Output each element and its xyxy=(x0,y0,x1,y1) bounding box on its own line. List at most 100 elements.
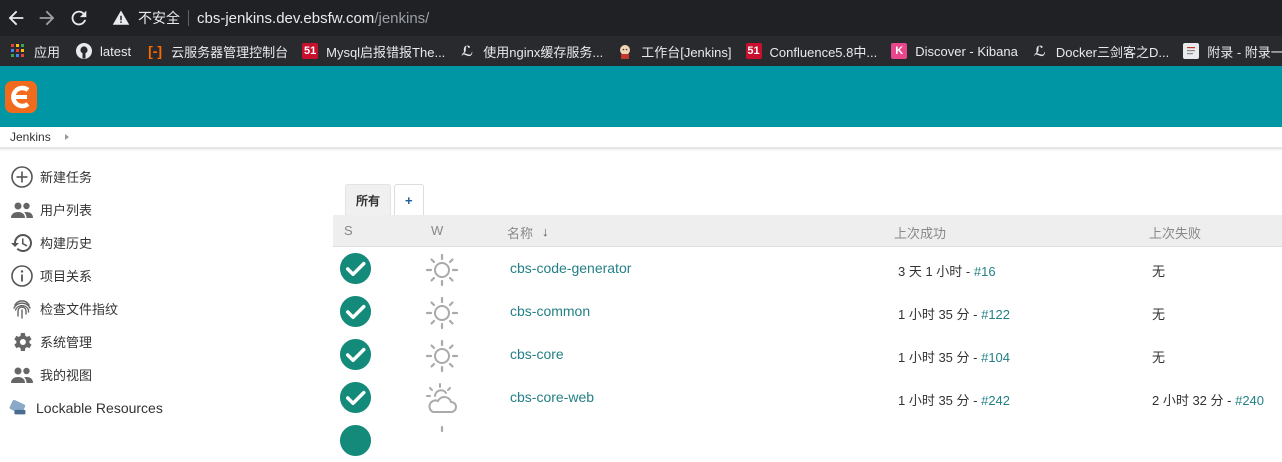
sidebar-item-people[interactable]: 用户列表 xyxy=(0,193,330,226)
job-link[interactable]: cbs-common xyxy=(510,303,590,319)
bookmarks-bar: 应用 latest [-] 云服务器管理控制台 51 Mysql启报错报The.… xyxy=(0,36,1282,66)
header-name[interactable]: 名称 xyxy=(507,223,533,242)
last-failure-cell: 无 xyxy=(1152,350,1166,365)
build-link[interactable]: #242 xyxy=(981,393,1010,408)
last-success-cell: 1 小时 35 分 - #104 xyxy=(898,347,1010,366)
jenkins-logo-icon[interactable] xyxy=(4,80,38,114)
sidebar-item-label: Lockable Resources xyxy=(36,399,163,416)
address-bar[interactable]: 不安全 cbs-jenkins.dev.ebsfw.com /jenkins/ xyxy=(102,4,1282,32)
people-icon xyxy=(11,367,33,383)
51cto-icon: 51 xyxy=(745,43,762,59)
header-status[interactable]: S xyxy=(344,223,353,238)
document-icon xyxy=(1183,43,1200,59)
bookmark-docker[interactable]: ℒ Docker三剑客之D... xyxy=(1032,42,1169,61)
forward-arrow-icon[interactable] xyxy=(36,7,58,29)
success-check-icon xyxy=(339,338,372,371)
header-weather[interactable]: W xyxy=(431,223,443,238)
view-tabs: 所有 + xyxy=(345,184,427,215)
reload-icon[interactable] xyxy=(68,7,90,29)
last-failure-cell: 无 xyxy=(1152,307,1166,322)
jobs-table: S W 名称 ↓ 上次成功 上次失败 cbs-code-generator 3 … xyxy=(333,215,1282,462)
sunny-weather-icon xyxy=(425,253,459,287)
bookmark-jenkins[interactable]: 工作台[Jenkins] xyxy=(617,42,732,61)
table-row: cbs-common 1 小时 35 分 - #122 无 xyxy=(333,290,1282,333)
browser-toolbar: 不安全 cbs-jenkins.dev.ebsfw.com /jenkins/ xyxy=(0,0,1282,36)
breadcrumb-jenkins[interactable]: Jenkins xyxy=(10,130,51,144)
success-check-icon xyxy=(339,381,372,414)
sunny-weather-icon xyxy=(425,339,459,373)
sidebar-item-fingerprint[interactable]: 检查文件指纹 xyxy=(0,292,330,325)
sidebar-item-label: 新建任务 xyxy=(40,170,93,185)
job-link[interactable]: cbs-core xyxy=(510,346,564,362)
last-success-time: 1 小时 35 分 - xyxy=(898,350,982,365)
bookmark-label: Mysql启报错报The... xyxy=(326,44,446,60)
side-panel: 新建任务 用户列表 构建历史 项目关系 检查文件指纹 系统管理 我的视图 Loc… xyxy=(0,160,330,424)
sidebar-item-lockable-resources[interactable]: Lockable Resources xyxy=(0,391,330,424)
apps-grid-icon xyxy=(10,43,26,59)
feather-icon: ℒ xyxy=(461,42,474,59)
breadcrumb-chevron-icon[interactable] xyxy=(64,134,69,140)
sidebar-item-build-history[interactable]: 构建历史 xyxy=(0,226,330,259)
bookmark-kibana[interactable]: K Discover - Kibana xyxy=(891,43,1018,59)
jenkins-icon xyxy=(617,43,633,59)
url-path: /jenkins/ xyxy=(374,9,430,27)
last-success-time: 3 天 1 小时 - xyxy=(898,264,974,279)
sidebar-item-label: 我的视图 xyxy=(40,368,93,383)
51cto-icon: 51 xyxy=(302,43,319,59)
bookmark-label: 工作台[Jenkins] xyxy=(641,44,732,60)
bookmark-label: 云服务器管理控制台 xyxy=(171,44,289,60)
build-link[interactable]: #104 xyxy=(981,350,1010,365)
feather-icon: ℒ xyxy=(1033,42,1046,59)
info-icon xyxy=(11,264,33,287)
table-row xyxy=(333,419,1282,462)
bookmark-apps[interactable]: 应用 xyxy=(10,42,60,61)
header-last-failure[interactable]: 上次失败 xyxy=(1149,223,1201,242)
table-header: S W 名称 ↓ 上次成功 上次失败 xyxy=(333,215,1282,247)
bookmark-label: Confluence5.8中... xyxy=(769,44,878,60)
header-last-success[interactable]: 上次成功 xyxy=(894,223,946,242)
sidebar-item-my-views[interactable]: 我的视图 xyxy=(0,358,330,391)
sidebar-item-label: 检查文件指纹 xyxy=(40,302,119,317)
breadcrumb: Jenkins xyxy=(0,127,1282,149)
bookmark-confluence[interactable]: 51 Confluence5.8中... xyxy=(745,42,878,61)
success-check-icon xyxy=(339,252,372,285)
url-host: cbs-jenkins.dev.ebsfw.com xyxy=(197,9,375,27)
kibana-icon: K xyxy=(891,43,908,59)
history-icon xyxy=(11,233,32,252)
lockable-resources-icon xyxy=(9,399,26,414)
bookmark-label: 使用nginx缓存服务... xyxy=(483,44,604,60)
last-success-time: 1 小时 35 分 - xyxy=(898,393,982,408)
bookmark-appendix[interactable]: 附录 - 附录一: xyxy=(1183,42,1282,61)
warning-icon xyxy=(112,10,130,25)
job-link[interactable]: cbs-core-web xyxy=(510,389,594,405)
sidebar-item-manage[interactable]: 系统管理 xyxy=(0,325,330,358)
build-link[interactable]: #16 xyxy=(974,264,996,279)
tab-add-view[interactable]: + xyxy=(394,184,424,215)
plus-circle-icon xyxy=(11,165,33,188)
bookmark-label: Discover - Kibana xyxy=(915,43,1018,59)
bookmark-label: Docker三剑客之D... xyxy=(1055,44,1170,60)
last-success-cell: 3 天 1 小时 - #16 xyxy=(898,261,996,280)
tab-all[interactable]: 所有 xyxy=(345,184,392,215)
last-success-time: 1 小时 35 分 - xyxy=(898,307,982,322)
back-arrow-icon[interactable] xyxy=(5,7,27,29)
sidebar-item-label: 构建历史 xyxy=(40,236,93,251)
job-link[interactable]: cbs-code-generator xyxy=(510,260,631,276)
sidebar-item-label: 系统管理 xyxy=(40,335,93,350)
sidebar-item-new-job[interactable]: 新建任务 xyxy=(0,160,330,193)
aliyun-icon: [-] xyxy=(148,43,163,59)
table-row: cbs-code-generator 3 天 1 小时 - #16 无 xyxy=(333,247,1282,290)
bookmark-label: latest xyxy=(100,43,132,59)
build-link[interactable]: #122 xyxy=(981,307,1010,322)
bookmark-aliyun[interactable]: [-] 云服务器管理控制台 xyxy=(147,42,288,61)
bookmark-mysql[interactable]: 51 Mysql启报错报The... xyxy=(302,42,445,61)
github-icon xyxy=(76,43,93,59)
partly-cloudy-weather-icon xyxy=(426,383,457,413)
bookmark-nginx[interactable]: ℒ 使用nginx缓存服务... xyxy=(459,42,603,61)
bookmark-label: 附录 - 附录一: xyxy=(1207,44,1282,60)
bookmark-latest[interactable]: latest xyxy=(76,43,131,59)
build-link[interactable]: #240 xyxy=(1235,393,1264,408)
gear-icon xyxy=(14,332,32,351)
insecure-label: 不安全 xyxy=(138,10,180,26)
sidebar-item-project-relationship[interactable]: 项目关系 xyxy=(0,259,330,292)
